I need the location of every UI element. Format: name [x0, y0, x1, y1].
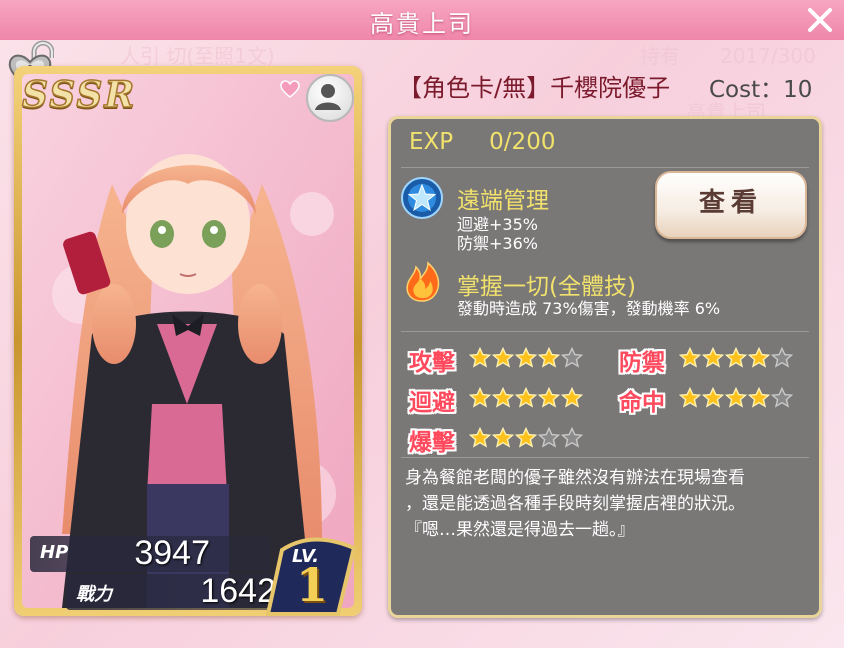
close-icon[interactable] [804, 4, 836, 36]
attr-stars [469, 347, 583, 369]
level-badge: LV. 1 [262, 536, 358, 616]
character-name: 【角色卡/無】千櫻院優子 [398, 74, 671, 102]
star-filled-icon [492, 347, 514, 368]
profile-avatar-button[interactable] [306, 74, 354, 122]
star-empty-icon [538, 427, 560, 448]
description-line: 『嗯…果然還是得過去一趟。』 [405, 520, 635, 540]
heart-icon [280, 80, 300, 102]
skill-name: 掌握一切(全體技) [457, 274, 636, 300]
star-empty-icon [561, 347, 583, 368]
skill-effect-line: 防禦+36% [457, 234, 538, 253]
star-filled-icon [515, 387, 537, 408]
star-filled-icon [725, 347, 747, 368]
star-filled-icon [748, 347, 770, 368]
exp-value: 0/200 [489, 129, 556, 155]
star-filled-icon [492, 387, 514, 408]
card-detail-screen: { "dialog": { "title": "高貴上司" }, "card":… [0, 0, 844, 648]
view-button-label: 查看 [698, 188, 763, 218]
character-portrait [22, 74, 354, 608]
star-empty-icon [561, 427, 583, 448]
attr-label: 迴避 [409, 390, 455, 416]
star-empty-icon [771, 347, 793, 368]
hp-row: HP 3947 [30, 534, 270, 572]
attr-label: 攻擊 [409, 350, 455, 376]
star-filled-icon [538, 387, 560, 408]
card-cost: Cost：10 [709, 77, 813, 103]
star-filled-icon [515, 347, 537, 368]
star-filled-icon [748, 387, 770, 408]
divider [401, 167, 809, 168]
divider [401, 331, 809, 332]
star-filled-icon [725, 387, 747, 408]
attr-stars [679, 347, 793, 369]
view-button[interactable]: 查看 [655, 171, 807, 239]
info-panel: EXP 0/200 遠端管理 迴避+35% 防禦+36% 查看 掌握一切(全體技)… [388, 116, 822, 618]
level-value: 1 [296, 558, 329, 612]
title-bar: 高貴上司 [0, 0, 844, 40]
skill-name: 遠端管理 [457, 188, 549, 214]
flame-icon [401, 261, 443, 303]
star-filled-icon [469, 427, 491, 448]
attr-stars [679, 387, 793, 409]
exp-row: EXP 0/200 [409, 129, 555, 155]
star-filled-icon [702, 387, 724, 408]
skill-effect-line: 發動時造成 73%傷害，發動機率 6% [457, 299, 721, 318]
star-filled-icon [469, 347, 491, 368]
power-label: 戰力 [76, 584, 112, 605]
attr-stars [469, 427, 583, 449]
attr-label: 爆擊 [409, 430, 455, 456]
card-stats: HP 3947 戰力 1642 [22, 534, 298, 612]
card-description: 身為餐館老闆的優子雖然沒有辦法在現場查看 ，還是能透過各種手段時刻掌握店裡的狀況… [405, 465, 809, 543]
skill-effect-line: 迴避+35% [457, 215, 538, 234]
blue-star-badge-icon [401, 177, 443, 219]
star-filled-icon [702, 347, 724, 368]
hp-value: 3947 [134, 534, 210, 572]
star-filled-icon [538, 347, 560, 368]
description-line: ，還是能透過各種手段時刻掌握店裡的狀況。 [405, 494, 745, 514]
star-filled-icon [561, 387, 583, 408]
attr-label: 防禦 [619, 350, 665, 376]
star-filled-icon [679, 387, 701, 408]
exp-label: EXP [409, 129, 454, 155]
attr-label: 命中 [619, 390, 665, 416]
hp-label: HP [40, 542, 69, 563]
rarity-badge: SSSR [21, 73, 137, 117]
attr-stars [469, 387, 583, 409]
description-line: 身為餐館老闆的優子雖然沒有辦法在現場查看 [405, 468, 745, 488]
star-empty-icon [771, 387, 793, 408]
star-filled-icon [515, 427, 537, 448]
star-filled-icon [679, 347, 701, 368]
dialog-title: 高貴上司 [370, 10, 474, 38]
star-filled-icon [469, 387, 491, 408]
star-filled-icon [492, 427, 514, 448]
divider [401, 457, 809, 458]
